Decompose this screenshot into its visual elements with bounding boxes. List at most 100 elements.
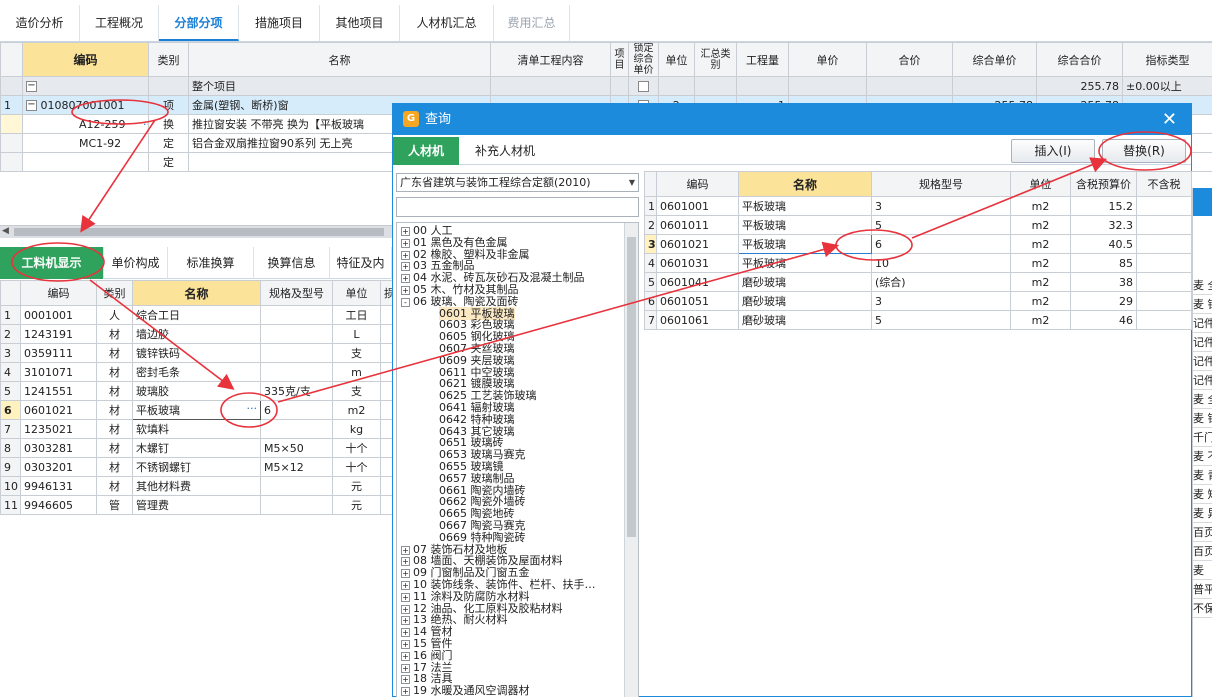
lock-checkbox[interactable] [628,76,659,96]
table-row[interactable]: 1 0601001 平板玻璃 3 m2 15.2 [644,196,1192,216]
header-comp-total[interactable]: 综合合价 [1036,42,1123,77]
tab-resource-summary[interactable]: 人材机汇总 [400,5,494,41]
header-type[interactable]: 类别 [96,280,133,306]
collapse-toggle[interactable]: − [22,76,149,96]
expand-icon[interactable]: + [401,274,410,284]
dropdown-arrow-icon[interactable]: ▼ [629,174,635,191]
more-button[interactable]: ··· [143,118,148,131]
expand-icon[interactable]: + [401,640,410,649]
table-row[interactable]: 5 0601041 磨砂玻璃 (综合) m2 38 [644,272,1192,292]
header-item[interactable]: 项目 [610,42,629,77]
search-input[interactable] [396,197,639,217]
header-code[interactable]: 编码 [656,171,739,197]
expand-icon[interactable]: + [401,616,410,626]
table-row[interactable]: 2 0601011 平板玻璃 5 m2 32.3 [644,215,1192,235]
expand-icon[interactable]: + [401,592,410,602]
expand-icon[interactable]: + [401,250,410,260]
tab-fee-summary[interactable]: 费用汇总 [494,5,570,41]
header-index-type[interactable]: 指标类型 [1122,42,1212,77]
row-type[interactable]: 项 [148,95,189,115]
expand-icon[interactable]: + [401,675,410,685]
header-content[interactable]: 清单工程内容 [490,42,611,77]
scrollbar-thumb[interactable] [14,228,384,236]
tab-project-overview[interactable]: 工程概况 [80,5,159,41]
row-code[interactable]: − 010807001001 [22,95,149,115]
checkbox-icon[interactable] [638,81,649,92]
expand-icon[interactable]: + [401,604,410,614]
tab-features[interactable]: 特征及内 [330,247,392,279]
header-name[interactable]: 名称 [738,171,872,197]
tab-conversion-info[interactable]: 换算信息 [254,247,330,279]
table-row[interactable]: 1 0001001 人综合工日 工日 [0,305,393,325]
row-type[interactable]: 定 [148,152,189,172]
expand-icon[interactable]: + [401,262,410,272]
collapse-icon[interactable]: - [401,297,410,307]
header-total[interactable]: 合价 [866,42,953,77]
tab-unit-price-composition[interactable]: 单价构成 [104,247,168,279]
table-row-selected[interactable]: 3 0601021 平板玻璃 6 m2 40.5 [644,234,1192,254]
expand-icon[interactable]: + [401,628,410,638]
expand-icon[interactable]: + [401,286,410,295]
tab-measures[interactable]: 措施项目 [239,5,320,41]
header-summary-type[interactable]: 汇总类别 [694,42,737,77]
table-row[interactable]: 4 0601031 平板玻璃 10 m2 85 [644,253,1192,273]
tree-node[interactable]: -06 玻璃、陶瓷及面砖 [397,295,519,308]
header-unit[interactable]: 单位 [332,280,381,306]
header-lock-price[interactable]: 锁定综合单价 [628,42,659,77]
tab-resources[interactable]: 人材机 [393,137,459,165]
minus-icon[interactable]: − [26,100,37,111]
header-spec[interactable]: 规格及型号 [260,280,333,306]
table-row[interactable]: 7 0601061 磨砂玻璃 5 m2 46 [644,310,1192,330]
header-unit[interactable]: 单位 [658,42,695,77]
header-code[interactable]: 编码 [22,42,149,77]
scrollbar-thumb[interactable] [627,237,636,537]
table-row[interactable]: 11 9946605 管管理费元 [0,495,393,515]
table-row[interactable]: 8 0303281 材木螺钉 M5×50 十个 [0,438,393,458]
expand-icon[interactable]: + [401,687,410,697]
table-row-total[interactable]: − 整个项目 255.78 ±0.00以上 [0,76,1212,96]
table-row[interactable]: 7 1235021 材软填料 kg [0,419,393,439]
header-unit[interactable]: 单位 [1010,171,1071,197]
header-type[interactable]: 类别 [148,42,189,77]
dialog-titlebar[interactable]: G 查询 ✕ [393,104,1191,135]
horizontal-scrollbar[interactable]: ◀ [0,225,392,238]
row-type[interactable]: 定 [148,133,189,153]
header-spec[interactable]: 规格型号 [871,171,1011,197]
more-button[interactable]: ··· [247,402,258,415]
tree-node[interactable]: +19 水暖及通风空调器材 [397,685,530,697]
table-row-selected[interactable]: 6 0601021 材平板玻璃 ··· 6 m2 [0,400,393,420]
expand-icon[interactable]: + [401,557,410,567]
expand-icon[interactable]: + [401,569,410,579]
header-qty[interactable]: 工程量 [736,42,789,77]
tree-scrollbar[interactable] [624,223,638,697]
tab-material-display[interactable]: 工料机显示 [0,247,104,279]
table-row[interactable]: 5 1241551 材玻璃胶 335克/支支 [0,381,393,401]
insert-button[interactable]: 插入(I) [1011,139,1095,163]
row-type[interactable]: 换 [148,114,189,134]
tab-standard-conversion[interactable]: 标准换算 [168,247,254,279]
header-tax-price[interactable]: 含税预算价 [1070,171,1137,197]
header-name[interactable]: 名称 [188,42,491,77]
header-name[interactable]: 名称 [132,280,261,306]
minus-icon[interactable]: − [26,81,37,92]
row-code[interactable] [22,152,149,172]
replace-button[interactable]: 替换(R) [1102,139,1186,163]
expand-icon[interactable]: + [401,581,410,590]
expand-icon[interactable]: + [401,238,410,248]
table-row[interactable]: 2 1243191 材墙边胶 L [0,324,393,344]
header-code[interactable]: 编码 [20,280,97,306]
tab-other-items[interactable]: 其他项目 [320,5,400,41]
row-code[interactable]: MC1-92 [22,133,149,153]
expand-icon[interactable]: + [401,663,410,673]
header-no-tax-price[interactable]: 不含税 [1136,171,1192,197]
expand-icon[interactable]: + [401,545,410,555]
table-row[interactable]: 6 0601051 磨砂玻璃 3 m2 29 [644,291,1192,311]
expand-icon[interactable]: + [401,227,410,236]
expand-icon[interactable]: + [401,651,410,661]
header-comp-price[interactable]: 综合单价 [952,42,1037,77]
table-row[interactable]: 4 3101071 材密封毛条 m [0,362,393,382]
scroll-left-icon[interactable]: ◀ [2,226,9,236]
quota-library-select[interactable]: 广东省建筑与装饰工程综合定额(2010) ▼ [396,173,639,192]
header-price[interactable]: 单价 [788,42,867,77]
tab-supplementary-resources[interactable]: 补充人材机 [459,137,551,165]
